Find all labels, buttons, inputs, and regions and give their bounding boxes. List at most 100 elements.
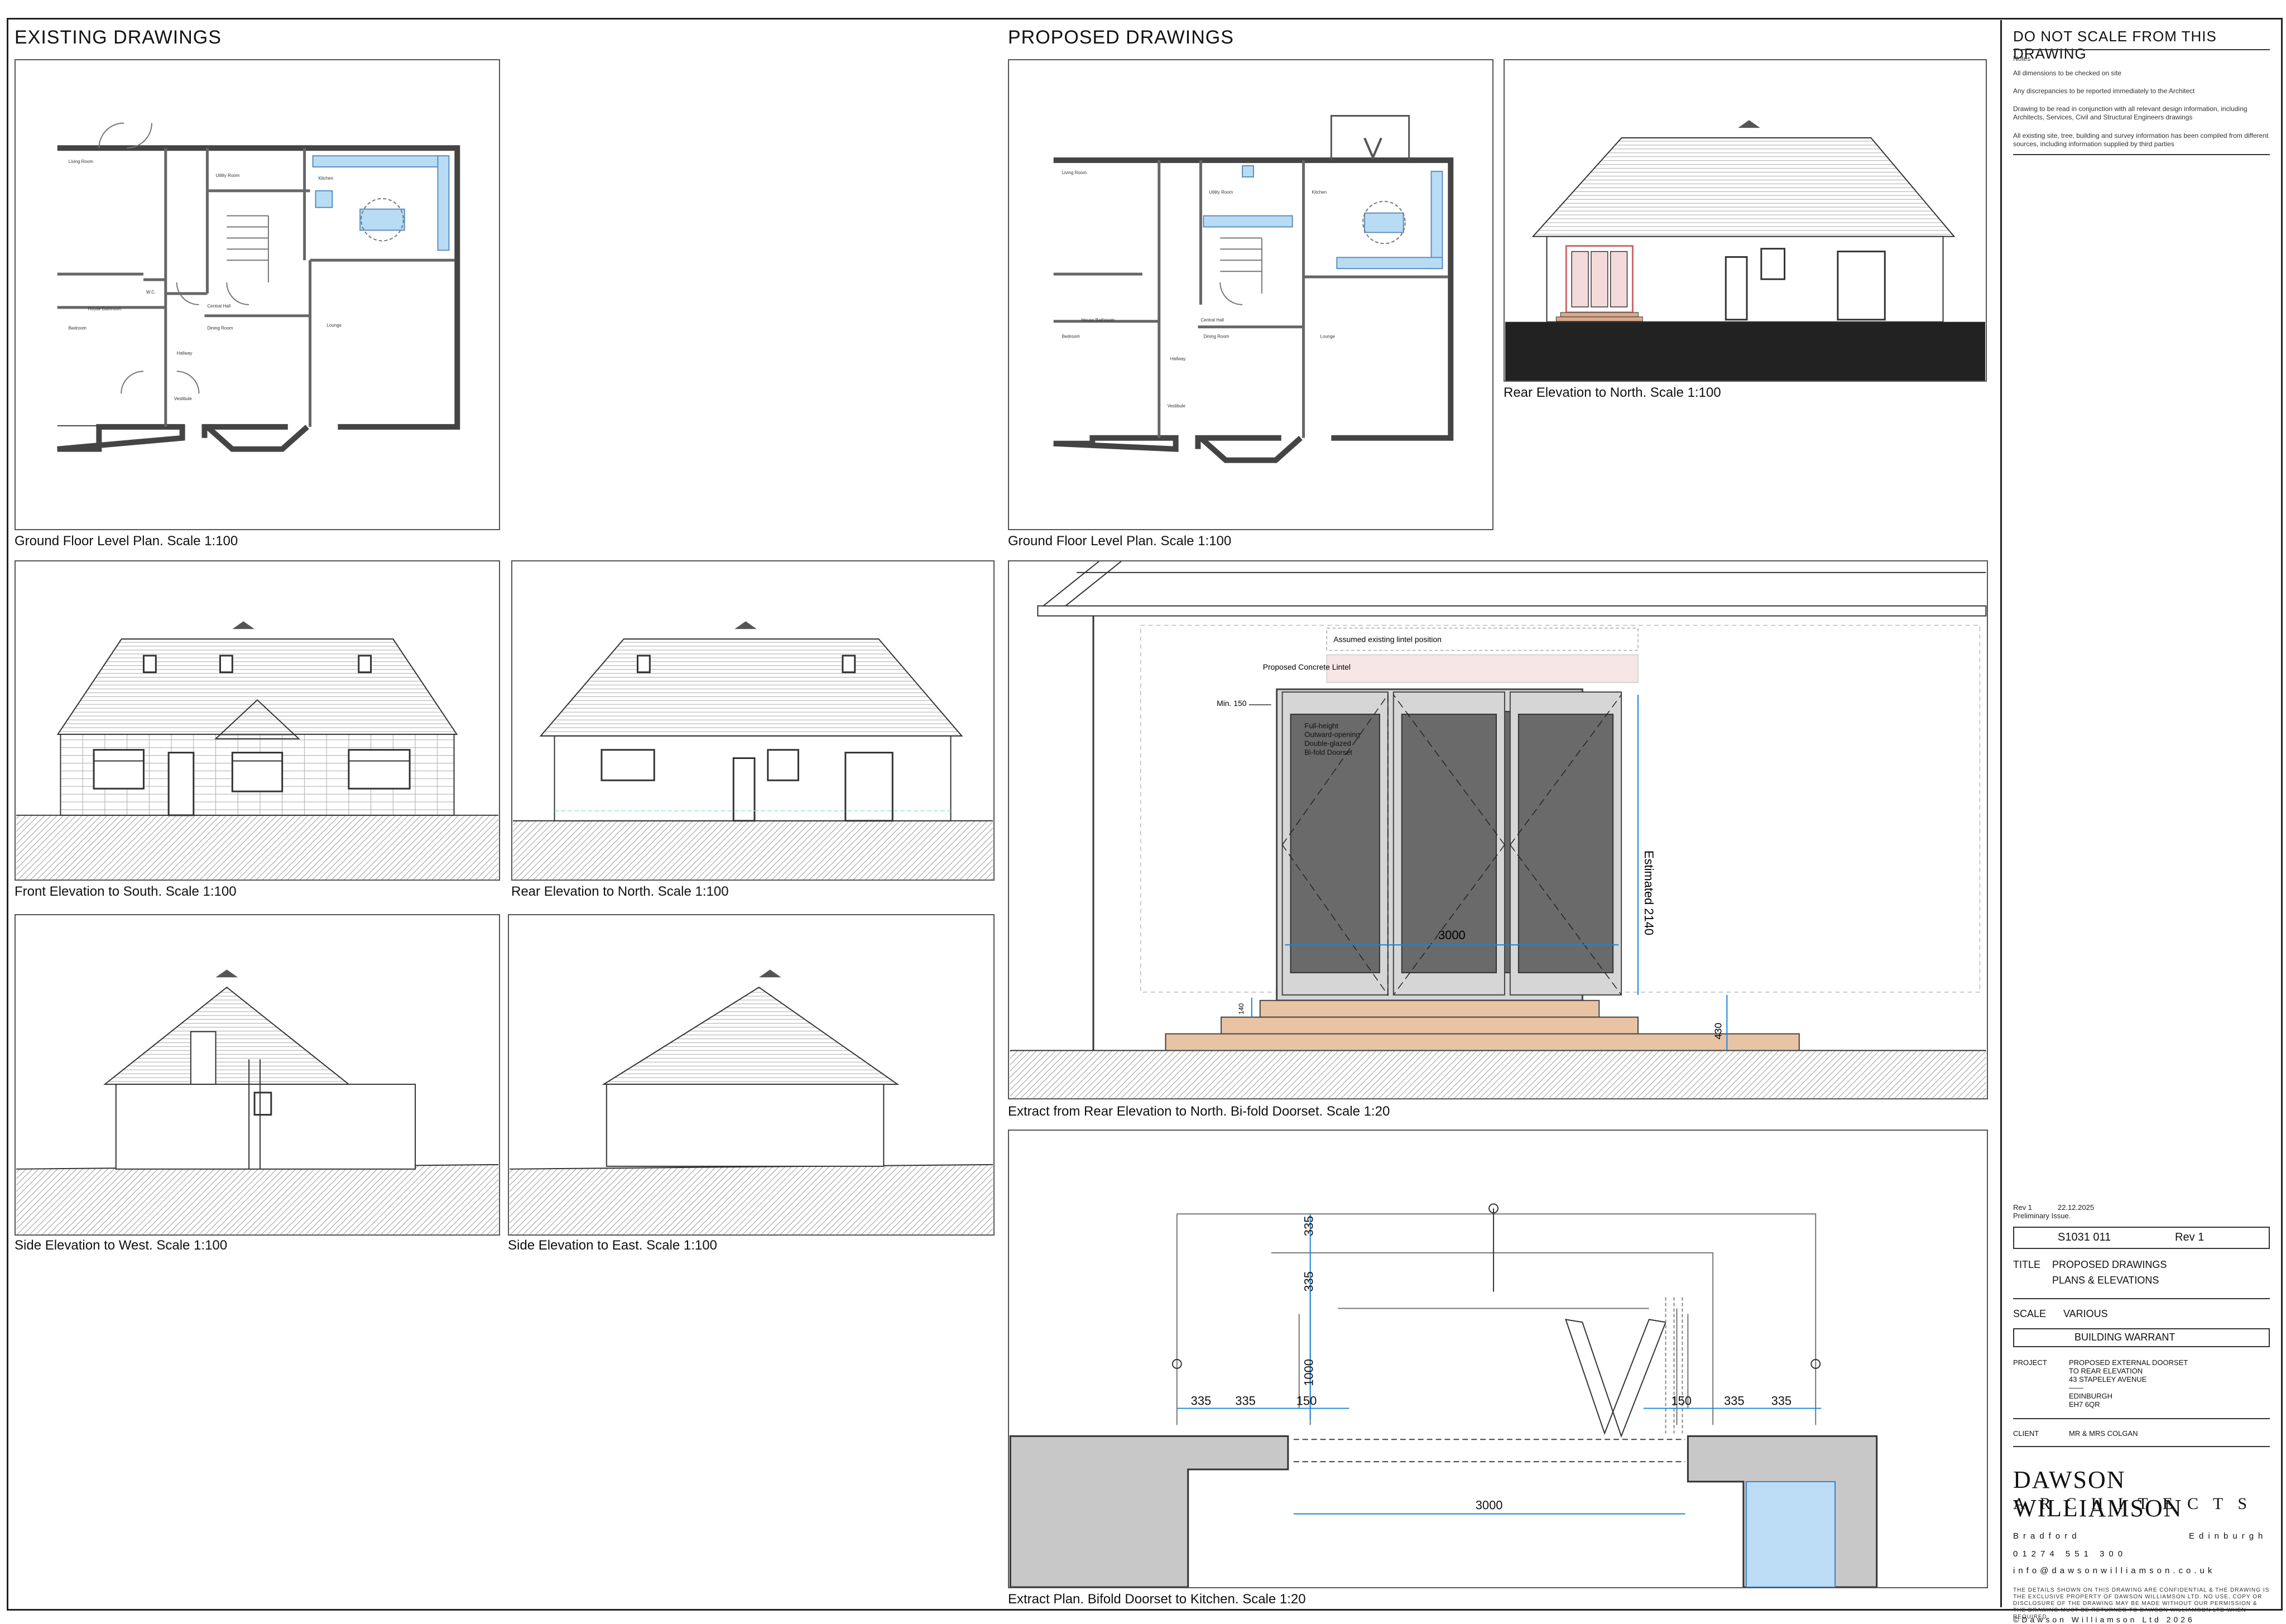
dim-335-d: 335: [1235, 1394, 1256, 1408]
divider: [2013, 49, 2270, 50]
status-value: BUILDING WARRANT: [2074, 1332, 2175, 1343]
project-line: PROPOSED EXTERNAL DOORSET: [2069, 1358, 2188, 1367]
extract-elevation-drawing: Assumed existing lintel position Propose…: [1010, 561, 1987, 1098]
proposed-plan-panel: Living Room Utility Room Kitchen House B…: [1008, 59, 1493, 530]
email-address: info@dawsonwilliamson.co.uk: [2013, 1566, 2216, 1575]
door-note-line: Outward-opening: [1304, 731, 1360, 739]
side-east-drawing: [510, 969, 993, 1234]
dim-335-c: 335: [1191, 1394, 1212, 1408]
note-item: Any discrepancies to be reported immedia…: [2013, 87, 2195, 95]
project-label: PROJECT: [2013, 1358, 2047, 1367]
room-label: Utility Room: [1209, 190, 1233, 195]
rear-elevation-proposed-caption: Rear Elevation to North. Scale 1:100: [1504, 385, 1721, 400]
company-logo-text: DAWSON WILLIAMSON: [2013, 1466, 2183, 1522]
room-label: W.C.: [146, 290, 156, 295]
note-item: All existing site, tree, building and su…: [2013, 132, 2269, 148]
room-label: Central Hall: [1200, 318, 1224, 323]
side-west-drawing: [16, 969, 498, 1234]
room-label: Dining Room: [1203, 334, 1229, 339]
rear-elevation-existing-caption: Rear Elevation to North. Scale 1:100: [511, 884, 729, 899]
extract-plan-drawing: 335 335 1000 335 335 150 150 335 335 300…: [1009, 1203, 1878, 1587]
note-item: All dimensions to be checked on site: [2013, 69, 2122, 77]
project-line: 43 STAPELEY AVENUE: [2069, 1375, 2147, 1383]
project-line: EH7 6QR: [2069, 1400, 2100, 1409]
project-line: EDINBURGH: [2069, 1392, 2113, 1400]
room-label: Lounge: [1320, 334, 1335, 339]
door-width-dim: 3000: [1438, 928, 1466, 942]
room-label: Kitchen: [1312, 190, 1327, 195]
rear-elevation-proposed-panel: [1504, 59, 1987, 382]
scale-label: SCALE: [2013, 1308, 2047, 1319]
room-label: Utility Room: [215, 173, 239, 178]
title-label: TITLE: [2013, 1259, 2041, 1270]
existing-plan-panel: Living Room Utility Room Kitchen W.C. Ho…: [15, 59, 500, 530]
proposed-section-title: PROPOSED DRAWINGS: [1008, 27, 1234, 48]
divider: [2013, 1418, 2270, 1419]
proposed-plan-drawing: Living Room Utility Room Kitchen House B…: [1053, 115, 1454, 463]
front-elevation-panel: [15, 560, 500, 881]
room-label: Vestibule: [1168, 403, 1186, 409]
proposed-plan-caption: Ground Floor Level Plan. Scale 1:100: [1008, 534, 1232, 549]
dim-150-b: 150: [1671, 1394, 1691, 1408]
rear-elevation-proposed-drawing: [1505, 120, 1986, 381]
room-label: House Bathroom: [88, 306, 121, 311]
side-east-panel: [508, 914, 995, 1236]
title-value-line2: PLANS & ELEVATIONS: [2052, 1275, 2159, 1286]
dim-335-f: 335: [1771, 1394, 1792, 1408]
office-city: Edinburgh: [2189, 1531, 2268, 1541]
existing-plan-caption: Ground Floor Level Plan. Scale 1:100: [15, 534, 238, 549]
side-east-caption: Side Elevation to East. Scale 1:100: [508, 1238, 717, 1253]
side-west-panel: [15, 914, 500, 1236]
dim-150-a: 150: [1296, 1394, 1317, 1408]
room-label: Hallway: [1170, 356, 1186, 361]
rear-elevation-existing-panel: [511, 560, 995, 881]
drawing-number: S1031 011: [2058, 1231, 2111, 1243]
extract-elevation-panel: Assumed existing lintel position Propose…: [1008, 560, 1988, 1099]
front-elevation-drawing: [16, 621, 498, 880]
title-value-line1: PROPOSED DRAWINGS: [2052, 1259, 2167, 1270]
room-label: Living Room: [69, 159, 94, 164]
client-label: CLIENT: [2013, 1429, 2039, 1438]
room-label: Vestibule: [174, 396, 193, 401]
office-city: Bradford: [2013, 1531, 2081, 1541]
title-block: DO NOT SCALE FROM THIS DRAWING Notes All…: [2000, 20, 2279, 1624]
dim-335-b: 335: [1302, 1271, 1316, 1292]
note-item: Drawing to be read in conjunction with a…: [2013, 105, 2247, 121]
extract-plan-caption: Extract Plan. Bifold Doorset to Kitchen.…: [1008, 1592, 1306, 1607]
room-label: Central Hall: [207, 304, 230, 309]
client-value: MR & MRS COLGAN: [2069, 1429, 2138, 1438]
existing-plan-drawing: Living Room Utility Room Kitchen W.C. Ho…: [57, 122, 460, 452]
plan-width-dim: 3000: [1476, 1498, 1503, 1512]
kitchen-unit: [1745, 1481, 1836, 1587]
dim-335-e: 335: [1724, 1394, 1745, 1408]
drawing-revision: Rev 1: [2175, 1231, 2205, 1243]
room-label: Lounge: [326, 323, 342, 328]
step-total-dim: 430: [1712, 1023, 1723, 1040]
room-label: Kitchen: [318, 176, 333, 181]
door-note-line: Bi-fold Doorset: [1304, 748, 1352, 757]
lintel-assumed-label: Assumed existing lintel position: [1333, 635, 1442, 643]
dim-1000: 1000: [1302, 1359, 1316, 1386]
divider: [2013, 1298, 2270, 1299]
side-west-caption: Side Elevation to West. Scale 1:100: [15, 1238, 228, 1253]
rear-elevation-existing-drawing: [513, 621, 993, 880]
notes-title: Notes: [2013, 55, 2031, 63]
divider: [2013, 154, 2270, 155]
extract-elevation-caption: Extract from Rear Elevation to North. Bi…: [1008, 1104, 1390, 1119]
lintel-proposed-label: Proposed Concrete Lintel: [1263, 662, 1351, 671]
room-label: House Bathroom: [1081, 318, 1115, 323]
front-elevation-caption: Front Elevation to South. Scale 1:100: [15, 884, 237, 899]
step-riser-dim: 140: [1237, 1003, 1245, 1014]
revision-number: Rev 1: [2013, 1203, 2032, 1212]
door-note-line: Full-height: [1304, 722, 1338, 730]
extract-plan-panel: 335 335 1000 335 335 150 150 335 335 300…: [1008, 1130, 1988, 1588]
min-150-label: Min. 150: [1217, 699, 1247, 708]
room-label: Living Room: [1062, 170, 1087, 175]
existing-section-title: EXISTING DRAWINGS: [15, 27, 222, 48]
room-label: Hallway: [177, 350, 193, 355]
copyright: ©Dawson Williamson Ltd 2026: [2013, 1615, 2195, 1624]
dim-335-a: 335: [1302, 1216, 1316, 1237]
project-line: ——: [2069, 1383, 2083, 1392]
company-logo-subtitle: ARCHITECTS: [2013, 1495, 2262, 1513]
scale-value: VARIOUS: [2063, 1308, 2108, 1319]
